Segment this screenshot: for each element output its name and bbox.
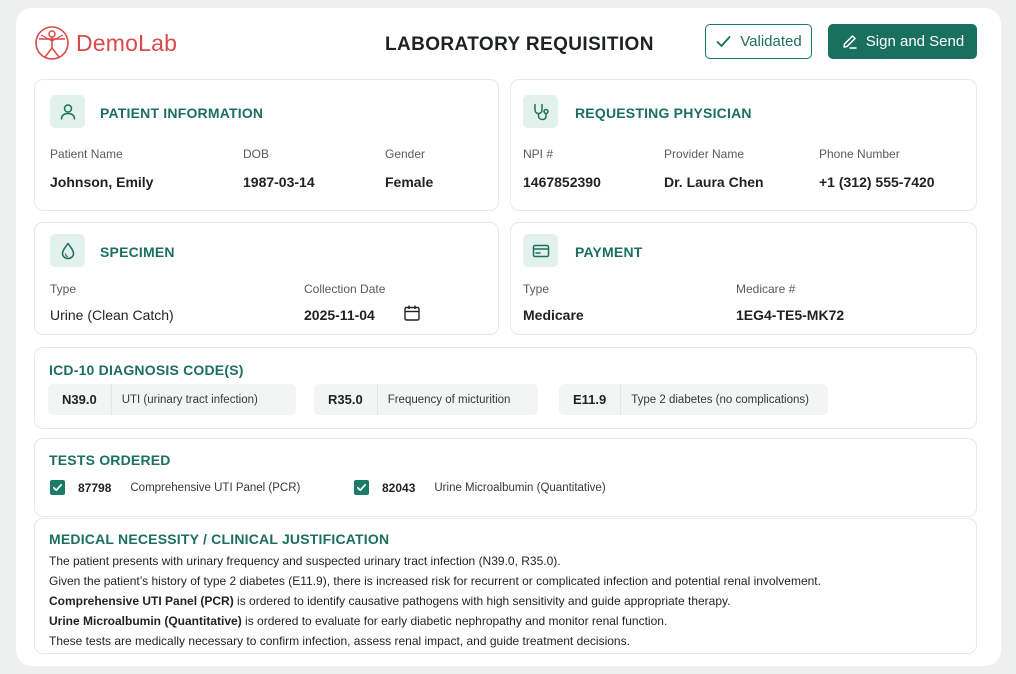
dob-label: DOB <box>243 147 270 161</box>
test-checkbox[interactable] <box>354 480 369 495</box>
sign-and-send-button[interactable]: Sign and Send <box>828 24 977 59</box>
person-icon <box>60 103 75 120</box>
diagnosis-code: N39.0 <box>62 392 97 407</box>
demolab-logo[interactable]: DemoLab <box>34 25 177 61</box>
specimen-type-value: Urine (Clean Catch) <box>50 307 174 323</box>
diagnosis-description: Type 2 diabetes (no complications) <box>620 384 823 415</box>
justification-line: Given the patient’s history of type 2 di… <box>49 574 821 588</box>
npi-value: 1467852390 <box>523 174 601 190</box>
pen-icon <box>843 35 857 49</box>
medicare-number-value: 1EG4-TE5-MK72 <box>736 307 845 323</box>
validated-button[interactable]: Validated <box>705 24 812 59</box>
diagnosis-code: R35.0 <box>328 392 363 407</box>
diagnosis-description: UTI (urinary tract infection) <box>110 384 272 415</box>
tests-ordered-title: TESTS ORDERED <box>49 452 171 468</box>
payment-icon-box <box>523 234 558 267</box>
vitruvian-logo-icon <box>35 26 69 60</box>
sign-send-label: Sign and Send <box>865 33 965 50</box>
specimen-card: SPECIMEN Type Urine (Clean Catch) Collec… <box>34 222 499 335</box>
test-checkbox[interactable] <box>50 480 65 495</box>
medical-necessity-title: MEDICAL NECESSITY / CLINICAL JUSTIFICATI… <box>49 531 390 547</box>
diagnosis-description: Frequency of micturition <box>376 384 525 415</box>
npi-label: NPI # <box>523 147 554 161</box>
justification-line: Comprehensive UTI Panel (PCR) is ordered… <box>49 594 730 608</box>
payment-type-label: Type <box>523 282 550 296</box>
credit-card-icon <box>532 244 549 257</box>
requisition-page: DemoLab LABORATORY REQUISITION Validated… <box>16 8 1001 666</box>
droplet-icon <box>61 242 74 259</box>
tests-ordered-card <box>34 438 977 517</box>
patient-information-title: PATIENT INFORMATION <box>100 105 264 121</box>
patient-icon-box <box>50 95 85 128</box>
justification-test-name: Urine Microalbumin (Quantitative) <box>49 614 242 628</box>
justification-line: These tests are medically necessary to c… <box>49 634 630 648</box>
payment-title: PAYMENT <box>575 244 643 260</box>
test-code: 82043 <box>382 480 416 495</box>
logo-text: DemoLab <box>76 29 178 56</box>
diagnosis-chip[interactable]: R35.0 Frequency of micturition <box>314 384 538 415</box>
justification-line: Urine Microalbumin (Quantitative) is ord… <box>49 614 667 628</box>
test-name: Urine Microalbumin (Quantitative) <box>434 481 606 494</box>
page-title: LABORATORY REQUISITION <box>385 34 654 55</box>
gender-value: Female <box>385 174 434 190</box>
collection-date-label: Collection Date <box>304 282 386 296</box>
patient-name-value: Johnson, Emily <box>50 174 154 190</box>
payment-type-value: Medicare <box>523 307 584 323</box>
checkmark-icon <box>356 483 367 492</box>
validated-label: Validated <box>740 33 802 50</box>
payment-card: PAYMENT Type Medicare Medicare # 1EG4-TE… <box>510 222 977 335</box>
justification-text: is ordered to evaluate for early diabeti… <box>241 614 668 628</box>
collection-date-value[interactable]: 2025-11-04 <box>304 307 375 323</box>
stethoscope-icon <box>533 103 549 120</box>
test-name: Comprehensive UTI Panel (PCR) <box>130 481 301 494</box>
justification-line: The patient presents with urinary freque… <box>49 554 561 568</box>
diagnosis-chip[interactable]: E11.9 Type 2 diabetes (no complications) <box>559 384 828 415</box>
requesting-physician-title: REQUESTING PHYSICIAN <box>575 105 752 121</box>
specimen-icon-box <box>50 234 85 267</box>
diagnosis-code: E11.9 <box>573 392 607 407</box>
provider-name-label: Provider Name <box>664 147 745 161</box>
justification-text: is ordered to identify causative pathoge… <box>233 594 731 608</box>
test-item: 87798 Comprehensive UTI Panel (PCR) <box>50 480 300 495</box>
medicare-number-label: Medicare # <box>736 282 796 296</box>
specimen-type-label: Type <box>50 282 77 296</box>
phone-number-value: +1 (312) 555-7420 <box>819 174 935 190</box>
physician-icon-box <box>523 95 558 128</box>
gender-label: Gender <box>385 147 426 161</box>
patient-information-card: PATIENT INFORMATION Patient Name Johnson… <box>34 79 499 211</box>
requesting-physician-card: REQUESTING PHYSICIAN NPI # 1467852390 Pr… <box>510 79 977 211</box>
test-item: 82043 Urine Microalbumin (Quantitative) <box>354 480 606 495</box>
patient-name-label: Patient Name <box>50 147 123 161</box>
diagnosis-title: ICD-10 DIAGNOSIS CODE(S) <box>49 362 244 378</box>
test-code: 87798 <box>78 480 112 495</box>
justification-test-name: Comprehensive UTI Panel (PCR) <box>49 594 234 608</box>
checkmark-icon <box>716 36 731 47</box>
provider-name-value: Dr. Laura Chen <box>664 174 764 190</box>
phone-number-label: Phone Number <box>819 147 900 161</box>
diagnosis-chip[interactable]: N39.0 UTI (urinary tract infection) <box>48 384 296 415</box>
checkmark-icon <box>52 483 63 492</box>
specimen-title: SPECIMEN <box>100 244 175 260</box>
calendar-icon[interactable] <box>403 304 421 322</box>
dob-value: 1987-03-14 <box>243 174 315 190</box>
